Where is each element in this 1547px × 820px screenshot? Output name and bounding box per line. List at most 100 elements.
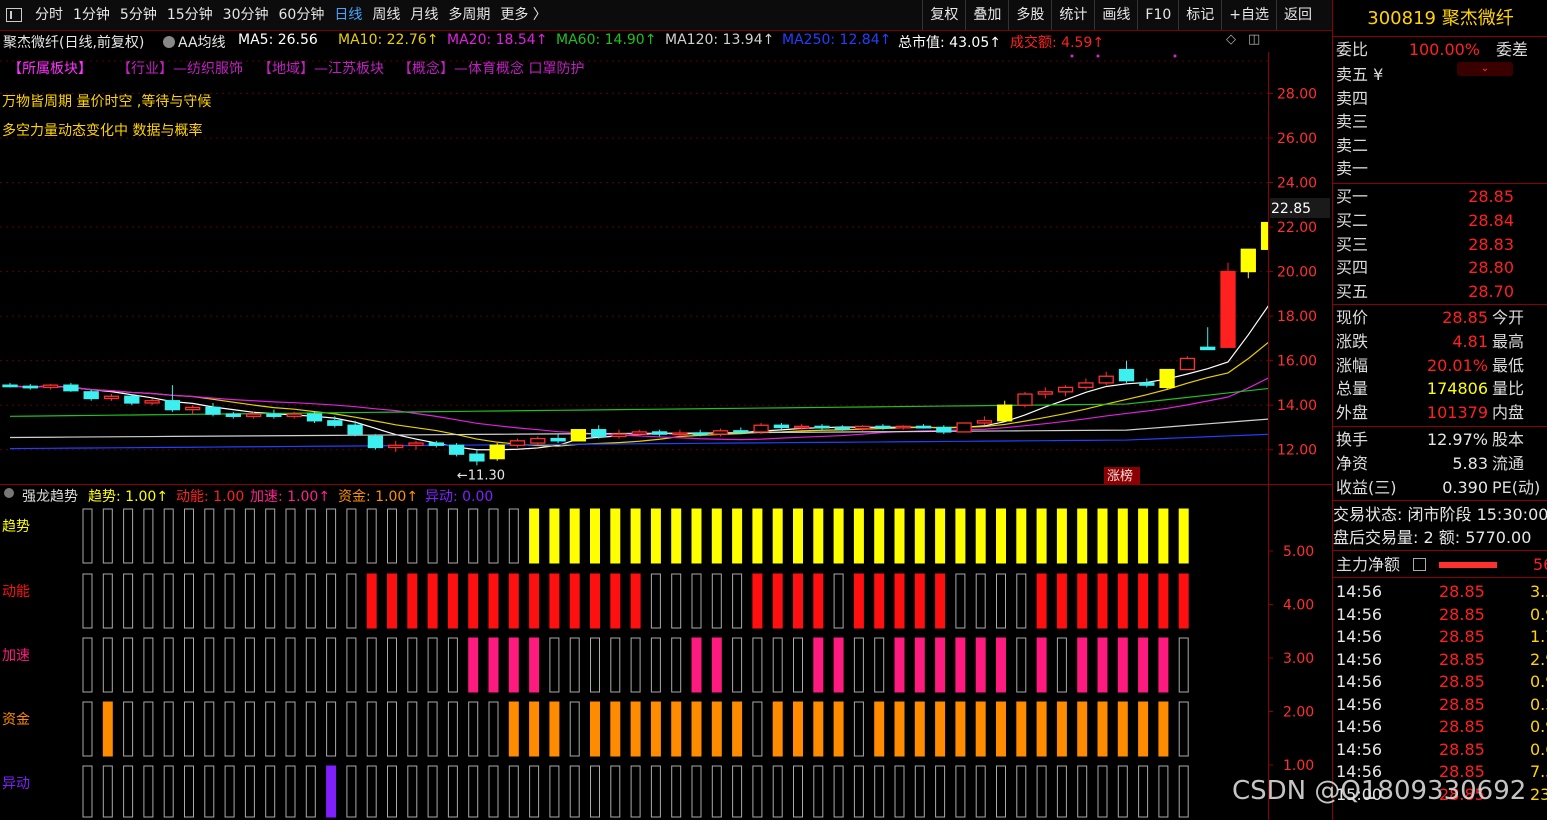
tool-button-8[interactable]: 返回: [1276, 0, 1319, 30]
candle[interactable]: [854, 425, 871, 431]
signal-bar: [549, 508, 560, 564]
candle[interactable]: [489, 443, 505, 461]
candle[interactable]: [1220, 262, 1236, 348]
candle[interactable]: [388, 440, 404, 452]
indicator-name[interactable]: AA均线: [163, 32, 226, 52]
candle[interactable]: [164, 385, 181, 412]
candle[interactable]: [144, 398, 160, 406]
candle[interactable]: [976, 416, 993, 426]
signal-bar: [326, 765, 337, 818]
menu-icon[interactable]: [6, 8, 22, 22]
signal-bar: [407, 573, 418, 629]
tab-period-3[interactable]: 15分钟: [162, 0, 218, 30]
tab-period-2[interactable]: 5分钟: [115, 0, 162, 30]
signal-bar: [1016, 508, 1027, 564]
signal-bar: [894, 508, 905, 564]
trade-status: 交易状态: 闭市阶段 15:30:00: [1333, 505, 1547, 524]
candle[interactable]: [1179, 356, 1196, 371]
indicator-value-5: 异动: 0.00: [425, 489, 494, 505]
candle[interactable]: [306, 411, 323, 424]
sell-level-label: 卖一: [1336, 159, 1369, 178]
candle[interactable]: [550, 434, 566, 444]
candle[interactable]: [1118, 360, 1135, 383]
tool-button-0[interactable]: 复权: [922, 0, 965, 30]
candle[interactable]: [448, 443, 465, 457]
signal-bar: [1117, 637, 1128, 693]
diamond-icon[interactable]: ◇: [1226, 32, 1236, 47]
candle[interactable]: [672, 429, 688, 437]
candle[interactable]: [1200, 327, 1216, 351]
tool-button-1[interactable]: 叠加: [965, 0, 1008, 30]
candle[interactable]: [1240, 248, 1256, 279]
candle[interactable]: [915, 424, 932, 429]
tab-period-10[interactable]: 更多 〉: [495, 0, 551, 30]
candle[interactable]: [1078, 378, 1094, 390]
candle[interactable]: [773, 423, 790, 430]
candle[interactable]: [936, 425, 952, 435]
layout-icon[interactable]: ◫: [1248, 32, 1260, 47]
candle[interactable]: [469, 449, 485, 466]
candle[interactable]: [22, 384, 38, 390]
tab-period-0[interactable]: 分时: [30, 0, 68, 30]
candle[interactable]: [103, 394, 120, 401]
candle[interactable]: [651, 429, 668, 437]
signal-bar: [468, 765, 479, 818]
list-icon: [1413, 558, 1426, 571]
candle[interactable]: [1098, 371, 1114, 386]
candle[interactable]: [225, 411, 241, 419]
candle[interactable]: [266, 409, 282, 419]
tool-button-2[interactable]: 多股: [1008, 0, 1051, 30]
ma-value-2: MA20: 18.54↑: [447, 32, 548, 48]
candle[interactable]: [570, 429, 587, 442]
candle[interactable]: [997, 400, 1013, 422]
candle[interactable]: [42, 384, 59, 390]
candle[interactable]: [63, 382, 79, 392]
candle[interactable]: [1017, 391, 1033, 408]
main-net-row[interactable]: 主力净额 56: [1333, 553, 1547, 576]
strong-dragon-indicator[interactable]: 趋势动能加速资金异动: [0, 505, 1268, 820]
signal-bar: [244, 765, 255, 818]
candle[interactable]: [408, 440, 424, 450]
tab-period-9[interactable]: 多周期: [443, 0, 495, 30]
candle[interactable]: [591, 425, 607, 439]
candle[interactable]: [753, 423, 769, 435]
candle[interactable]: [83, 389, 99, 401]
candle[interactable]: [367, 434, 384, 450]
signal-bar: [590, 701, 600, 757]
collapse-indicator-icon[interactable]: [4, 488, 14, 498]
tab-period-6[interactable]: 日线: [329, 0, 367, 30]
candlestick-chart[interactable]: 29.00←11.30涨榜: [0, 52, 1268, 484]
tool-button-4[interactable]: 画线: [1094, 0, 1137, 30]
signal-bar: [935, 701, 946, 757]
candle[interactable]: [956, 422, 972, 433]
tool-button-6[interactable]: 标记: [1178, 0, 1221, 30]
candle[interactable]: [509, 438, 526, 448]
tool-button-3[interactable]: 统计: [1051, 0, 1094, 30]
signal-bar: [529, 701, 540, 757]
candle[interactable]: [1139, 378, 1155, 388]
stat-row: 现价 28.85 今开: [1333, 306, 1547, 329]
stat-label: 外盘: [1336, 403, 1369, 423]
tab-period-8[interactable]: 月线: [405, 0, 443, 30]
tab-period-4[interactable]: 30分钟: [218, 0, 274, 30]
candle[interactable]: [1037, 387, 1053, 399]
tab-period-1[interactable]: 1分钟: [68, 0, 115, 30]
candle[interactable]: [611, 429, 627, 439]
candle[interactable]: [185, 405, 201, 415]
signal-bar: [752, 508, 763, 564]
tick-volume: 0.6: [1530, 739, 1547, 759]
tab-period-5[interactable]: 60分钟: [274, 0, 330, 30]
indicator-tick-label: 4.00: [1283, 598, 1314, 614]
signal-bar: [732, 765, 743, 818]
candle[interactable]: [895, 425, 911, 430]
candle[interactable]: [2, 382, 18, 388]
tool-button-7[interactable]: +自选: [1221, 0, 1276, 30]
tool-button-5[interactable]: F10: [1137, 0, 1178, 30]
buy-row: 买四 28.80: [1333, 256, 1547, 279]
candle[interactable]: [124, 394, 140, 406]
tab-period-7[interactable]: 周线: [367, 0, 405, 30]
candle[interactable]: [1057, 385, 1074, 397]
candle[interactable]: [1159, 368, 1175, 390]
candle[interactable]: [814, 424, 830, 430]
tick-volume: 23.3: [1530, 784, 1547, 804]
